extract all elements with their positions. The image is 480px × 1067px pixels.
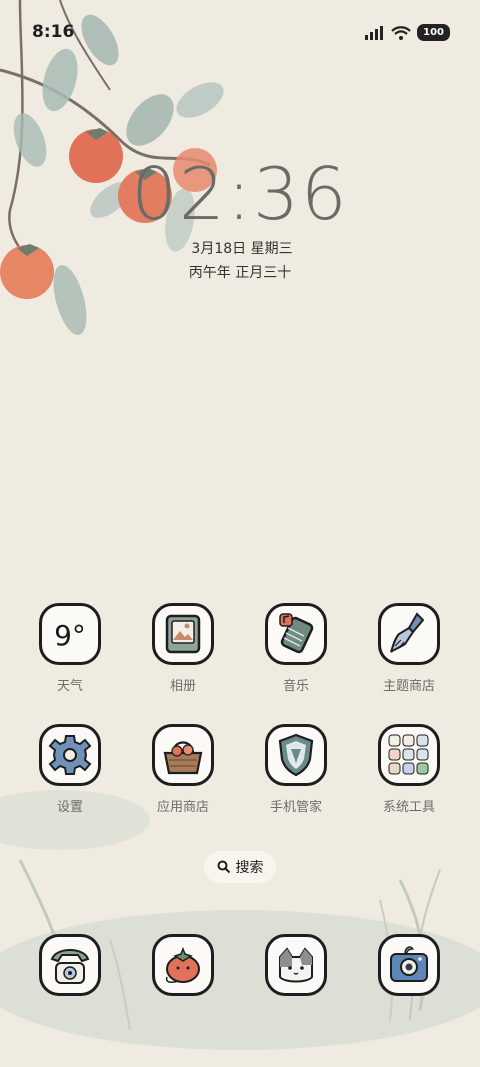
grass-illustration	[0, 790, 480, 1050]
app-phone-manager[interactable]: 手机管家	[240, 724, 352, 815]
app-music[interactable]: 音乐	[240, 603, 352, 694]
search-label: 搜索	[235, 860, 264, 876]
app-label-settings: 设置	[56, 800, 83, 815]
signal-icon	[365, 25, 384, 40]
app-settings[interactable]: 设置	[14, 724, 126, 815]
dock-phone[interactable]	[14, 934, 126, 996]
app-store[interactable]: 应用商店	[127, 724, 239, 815]
app-label-phone-manager: 手机管家	[269, 800, 322, 815]
status-icons: 100	[365, 24, 450, 41]
app-weather[interactable]: 9° 天气	[14, 603, 126, 694]
app-gallery[interactable]: 相册	[127, 603, 239, 694]
folder-grid-icon[interactable]	[378, 724, 440, 786]
app-themes[interactable]: 主题商店	[353, 603, 465, 694]
search-button[interactable]: 搜索	[204, 851, 276, 883]
app-label-themes: 主题商店	[382, 679, 435, 694]
shield-icon[interactable]	[265, 724, 327, 786]
music-icon[interactable]	[265, 603, 327, 665]
cat-icon[interactable]	[265, 934, 327, 996]
battery-icon: 100	[417, 24, 450, 41]
weather-temperature: 9°	[54, 619, 86, 652]
date-label: 3月18日 星期三	[191, 241, 293, 257]
clock: 02:36	[131, 152, 349, 236]
status-bar: 8:16 100	[0, 0, 480, 66]
phone-icon[interactable]	[39, 934, 101, 996]
app-label-music: 音乐	[282, 679, 309, 694]
dock-messages[interactable]	[127, 934, 239, 996]
camera-icon[interactable]	[378, 934, 440, 996]
app-label-system-tools: 系统工具	[382, 800, 435, 815]
weather-icon[interactable]: 9°	[39, 603, 101, 665]
dock-camera[interactable]	[353, 934, 465, 996]
dock-contacts[interactable]	[240, 934, 352, 996]
theme-brush-icon[interactable]	[378, 603, 440, 665]
lunar-date-label: 丙午年 正月三十	[188, 265, 292, 281]
status-time: 8:16	[32, 22, 75, 42]
wifi-icon	[391, 25, 411, 40]
messages-icon[interactable]	[152, 934, 214, 996]
app-label-app-store: 应用商店	[156, 800, 209, 815]
search-icon	[217, 860, 230, 874]
basket-icon[interactable]	[152, 724, 214, 786]
app-label-gallery: 相册	[169, 679, 196, 694]
gear-icon[interactable]	[39, 724, 101, 786]
app-system-tools[interactable]: 系统工具	[353, 724, 465, 815]
app-label-weather: 天气	[56, 679, 83, 694]
gallery-icon[interactable]	[152, 603, 214, 665]
